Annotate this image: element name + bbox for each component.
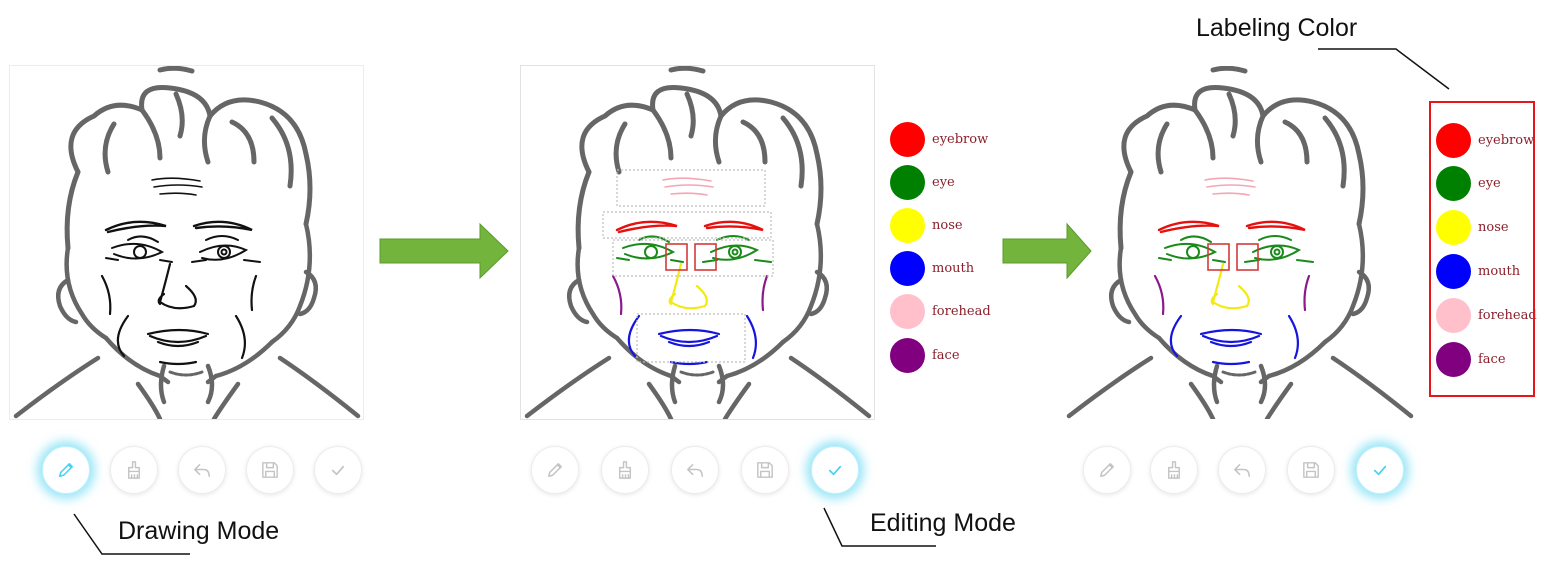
active-selection [665,243,717,271]
check-tool-button[interactable] [1356,446,1404,494]
eye-strokes [1158,235,1314,263]
labeling-color-highlight-frame [1429,101,1535,397]
legend-label: nose [932,217,963,233]
pencil-icon [548,463,562,477]
pencil-icon [1100,463,1114,477]
eyebrow-strokes [615,220,764,234]
legend-label: mouth [932,261,975,277]
eyebrow-strokes [1157,220,1306,234]
sketch-canvas-editing-mode[interactable] [520,65,875,420]
legend-label: face [932,347,960,363]
nose-strokes [157,262,197,310]
undo-icon [194,463,210,477]
undo-tool-button[interactable] [671,446,719,494]
legend-label: eyebrow [932,131,989,147]
brush-icon [1168,461,1180,479]
legend-item-eye[interactable]: eye [890,164,955,200]
pencil-tool-button[interactable] [42,446,90,494]
brush-tool-button[interactable] [1150,446,1198,494]
selection-boxes [602,169,774,363]
brush-icon [128,461,140,479]
mouth-strokes [1169,314,1300,366]
legend-item-nose[interactable]: nose [890,207,963,243]
check-icon [1373,465,1387,476]
forehead-lines [151,177,203,196]
active-selection [1207,243,1259,271]
brush-tool-button[interactable] [601,446,649,494]
legend-item-face[interactable]: face [890,337,960,373]
save-icon [262,462,278,478]
check-icon [331,465,345,476]
undo-tool-button[interactable] [1218,446,1266,494]
legend-item-eyebrow[interactable]: eyebrow [890,121,988,157]
legend-item-forehead[interactable]: forehead [890,294,991,330]
undo-icon [1234,463,1250,477]
save-icon [1303,462,1319,478]
eyebrow-strokes [104,220,253,234]
sketch-canvas-drawing-mode[interactable] [9,65,364,420]
legend-item-mouth[interactable]: mouth [890,251,974,287]
check-tool-button[interactable] [314,446,362,494]
undo-icon [687,463,703,477]
editing-mode-caption: Editing Mode [870,509,1016,537]
mouth-strokes [627,314,758,366]
head-outline [524,221,872,419]
labeling-color-caption: Labeling Color [1196,14,1358,42]
flow-arrow-1 [379,222,509,280]
save-tool-button[interactable] [741,446,789,494]
legend-label: forehead [932,304,991,320]
forehead-lines [1204,177,1256,196]
brush-icon [619,461,631,479]
pencil-tool-button[interactable] [1083,446,1131,494]
mouth-strokes [116,314,247,366]
brush-tool-button[interactable] [110,446,158,494]
hair-outline [64,66,313,251]
color-swatch-nose[interactable] [890,207,925,243]
pencil-icon [59,463,73,477]
color-swatch-mouth[interactable] [890,251,925,287]
color-swatch-face[interactable] [890,337,925,373]
hair-outline [1117,66,1366,251]
flow-arrow-2 [1002,222,1092,280]
save-tool-button[interactable] [1287,446,1335,494]
color-swatch-eyebrow[interactable] [890,121,925,157]
eye-strokes [105,235,261,263]
hair-outline [575,66,824,251]
undo-tool-button[interactable] [178,446,226,494]
check-tool-button[interactable] [811,446,859,494]
drawing-mode-caption: Drawing Mode [118,517,280,545]
color-swatch-forehead[interactable] [890,294,925,330]
head-outline [1066,221,1414,419]
pencil-tool-button[interactable] [531,446,579,494]
head-outline [13,221,361,419]
save-icon [757,462,773,478]
sketch-canvas-labeled[interactable] [1063,66,1416,419]
legend-label: eye [932,174,955,190]
forehead-lines [662,177,714,196]
save-tool-button[interactable] [246,446,294,494]
check-icon [828,465,842,476]
color-swatch-eye[interactable] [890,164,925,200]
